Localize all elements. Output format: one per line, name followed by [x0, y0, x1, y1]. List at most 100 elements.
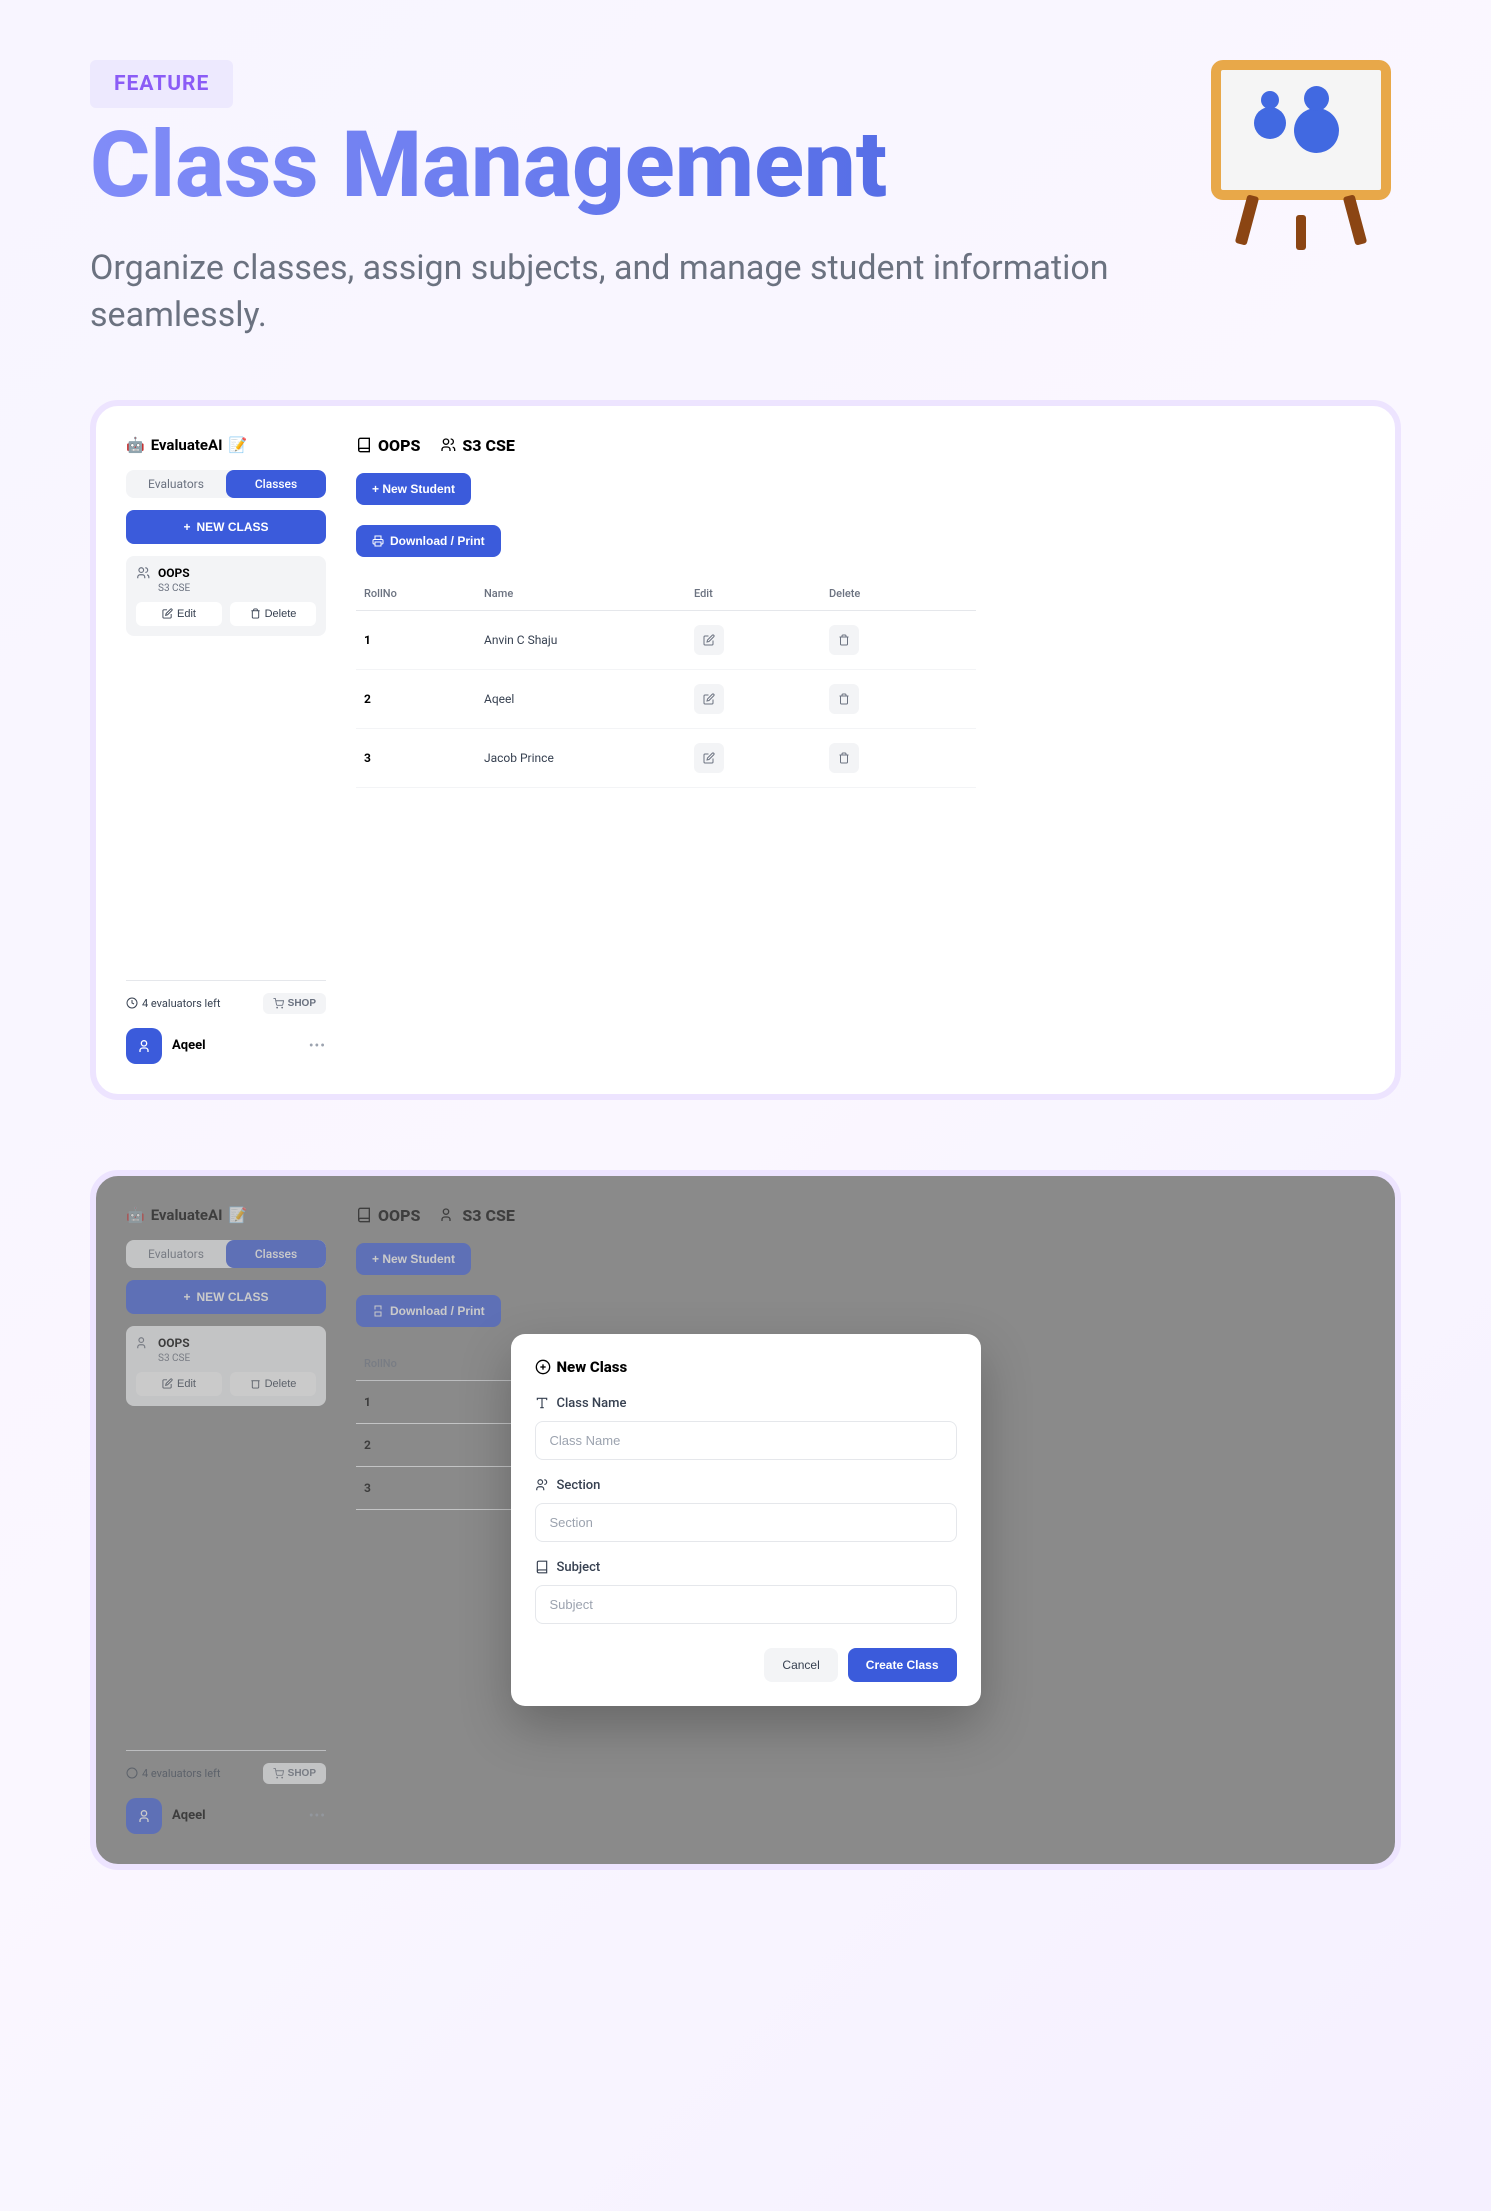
- new-class-label: NEW CLASS: [197, 520, 269, 534]
- new-student-button[interactable]: + New Student: [356, 1243, 471, 1275]
- users-icon: [535, 1478, 549, 1492]
- table-row: 3 Jacob Prince: [356, 729, 976, 788]
- class-section: S3 CSE: [158, 583, 316, 594]
- book-icon: [356, 1207, 372, 1223]
- book-icon: [356, 437, 372, 453]
- class-name-input[interactable]: [535, 1421, 957, 1460]
- printer-icon: [372, 1305, 384, 1317]
- user-menu-button[interactable]: •••: [309, 1808, 326, 1824]
- section-input[interactable]: [535, 1503, 957, 1542]
- new-student-button[interactable]: + New Student: [356, 473, 471, 505]
- users-icon: [136, 1336, 150, 1350]
- delete-class-button[interactable]: Delete: [230, 602, 316, 626]
- logo-text: EvaluateAI: [151, 1206, 223, 1224]
- edit-icon: [703, 752, 715, 764]
- tab-classes[interactable]: Classes: [226, 1240, 326, 1268]
- create-class-button[interactable]: Create Class: [848, 1648, 957, 1682]
- shop-button[interactable]: SHOP: [263, 1763, 326, 1784]
- type-icon: [535, 1396, 549, 1410]
- header-subject: OOPS: [356, 1206, 420, 1225]
- username: Aqeel: [172, 1808, 206, 1823]
- class-name-label: Class Name: [535, 1396, 957, 1411]
- th-roll: RollNo: [364, 587, 484, 600]
- page-subtitle: Organize classes, assign subjects, and m…: [90, 245, 1290, 340]
- td-roll: 2: [364, 692, 484, 706]
- shop-label: SHOP: [288, 998, 316, 1009]
- app-logo: 🤖 EvaluateAI 📝: [126, 436, 326, 454]
- users-icon: [440, 437, 456, 453]
- class-section: S3 CSE: [158, 1353, 316, 1364]
- download-print-button[interactable]: Download / Print: [356, 525, 501, 557]
- feature-badge: FEATURE: [90, 60, 233, 108]
- trash-icon: [250, 608, 261, 619]
- subject-input[interactable]: [535, 1585, 957, 1624]
- easel-illustration: [1201, 50, 1401, 250]
- robot-icon: 🤖: [126, 436, 145, 454]
- new-class-button[interactable]: + NEW CLASS: [126, 1280, 326, 1314]
- trash-icon: [250, 1378, 261, 1389]
- edit-class-button[interactable]: Edit: [136, 602, 222, 626]
- edit-row-button[interactable]: [694, 684, 724, 714]
- gauge-icon: [126, 997, 138, 1009]
- tab-evaluators[interactable]: Evaluators: [126, 1240, 226, 1268]
- app-screenshot-1: 🤖 EvaluateAI 📝 Evaluators Classes + NEW …: [90, 400, 1401, 1100]
- delete-row-button[interactable]: [829, 625, 859, 655]
- th-name: Name: [484, 587, 694, 600]
- evaluators-left: 4 evaluators left: [126, 997, 220, 1010]
- tab-classes[interactable]: Classes: [226, 470, 326, 498]
- header-section: S3 CSE: [440, 436, 515, 455]
- logo-text: EvaluateAI: [151, 436, 223, 454]
- edit-icon: [703, 634, 715, 646]
- delete-row-button[interactable]: [829, 743, 859, 773]
- class-card[interactable]: OOPS S3 CSE Edit Delete: [126, 556, 326, 636]
- evaluators-left: 4 evaluators left: [126, 1767, 220, 1780]
- shop-button[interactable]: SHOP: [263, 993, 326, 1014]
- new-class-label: NEW CLASS: [197, 1290, 269, 1304]
- plus-circle-icon: [535, 1359, 551, 1375]
- table-row: 2 Aqeel: [356, 670, 976, 729]
- td-name: Anvin C Shaju: [484, 633, 694, 647]
- delete-class-button[interactable]: Delete: [230, 1372, 316, 1396]
- edit-icon: [162, 1378, 173, 1389]
- edit-row-button[interactable]: [694, 743, 724, 773]
- cart-icon: [273, 998, 284, 1009]
- trash-icon: [838, 752, 850, 764]
- header-section: S3 CSE: [440, 1206, 515, 1225]
- cancel-button[interactable]: Cancel: [764, 1648, 837, 1682]
- printer-icon: [372, 535, 384, 547]
- gauge-icon: [126, 1767, 138, 1779]
- download-print-button[interactable]: Download / Print: [356, 1295, 501, 1327]
- download-label: Download / Print: [390, 534, 485, 548]
- app-logo: 🤖 EvaluateAI 📝: [126, 1206, 326, 1224]
- subject-label: Subject: [535, 1560, 957, 1575]
- user-avatar[interactable]: [126, 1798, 162, 1834]
- robot-icon: 🤖: [126, 1206, 145, 1224]
- new-class-button[interactable]: + NEW CLASS: [126, 510, 326, 544]
- td-roll: 1: [364, 633, 484, 647]
- class-name: OOPS: [158, 1336, 190, 1350]
- app-screenshot-2: 🤖 EvaluateAI 📝 Evaluators Classes + NEW …: [90, 1170, 1401, 1870]
- plus-icon: +: [183, 1290, 190, 1304]
- class-name: OOPS: [158, 566, 190, 580]
- td-name: Jacob Prince: [484, 751, 694, 765]
- edit-label: Edit: [177, 608, 196, 620]
- th-roll: RollNo: [364, 1357, 484, 1370]
- tab-evaluators[interactable]: Evaluators: [126, 470, 226, 498]
- users-icon: [136, 566, 150, 580]
- pencil-icon: 📝: [229, 1206, 248, 1224]
- username: Aqeel: [172, 1038, 206, 1053]
- delete-row-button[interactable]: [829, 684, 859, 714]
- edit-row-button[interactable]: [694, 625, 724, 655]
- user-menu-button[interactable]: •••: [309, 1038, 326, 1054]
- users-icon: [440, 1207, 456, 1223]
- edit-class-button[interactable]: Edit: [136, 1372, 222, 1396]
- edit-icon: [703, 693, 715, 705]
- person-icon: [136, 1038, 152, 1054]
- class-card[interactable]: OOPS S3 CSE Edit Delete: [126, 1326, 326, 1406]
- th-edit: Edit: [694, 587, 829, 600]
- plus-icon: +: [183, 520, 190, 534]
- td-name: Aqeel: [484, 692, 694, 706]
- book-icon: [535, 1560, 549, 1574]
- user-avatar[interactable]: [126, 1028, 162, 1064]
- th-delete: Delete: [829, 587, 929, 600]
